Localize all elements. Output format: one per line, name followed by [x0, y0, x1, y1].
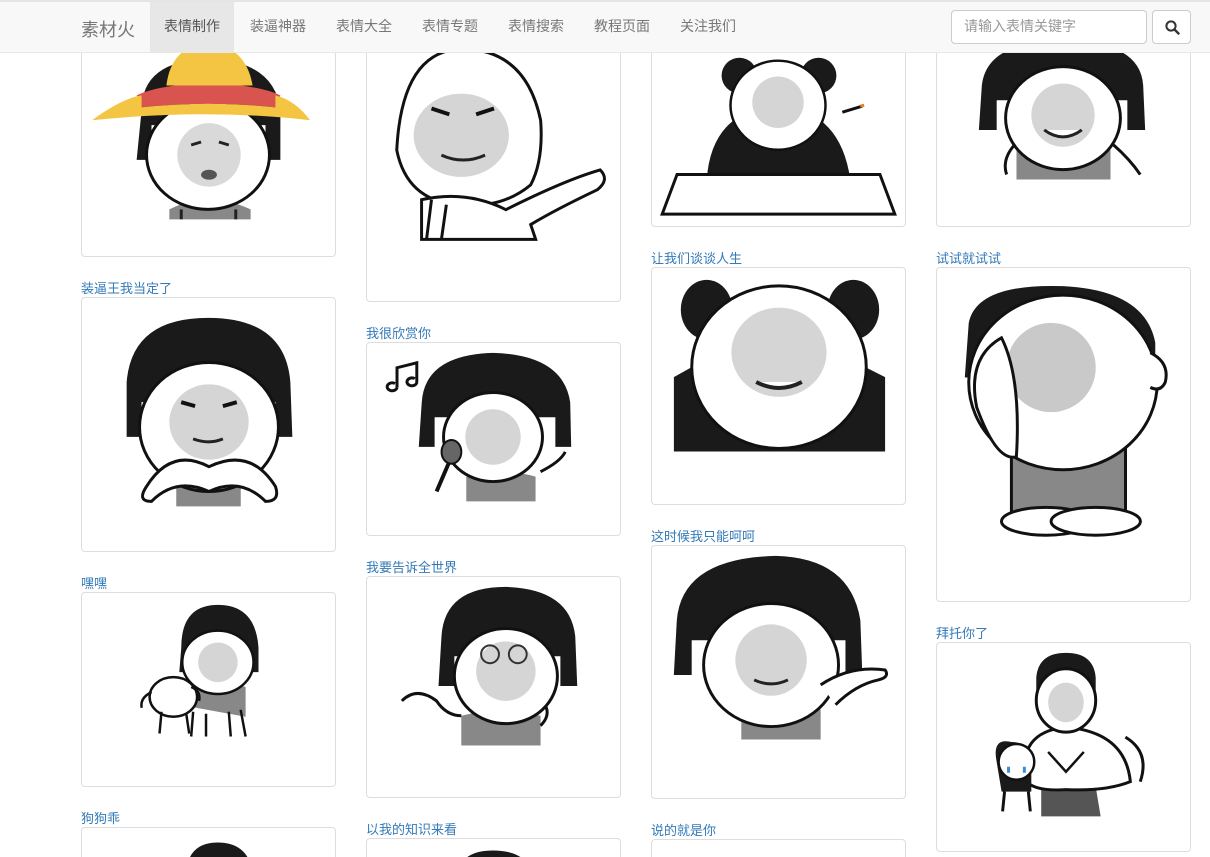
meme-caption[interactable]: 以我的知识来看 [366, 819, 457, 838]
meme-image [92, 42, 311, 220]
meme-image [673, 279, 886, 452]
site-brand[interactable]: 素材火 [81, 16, 135, 42]
meme-caption[interactable]: 我要告诉全世界 [366, 557, 457, 576]
meme-card-straw-hat[interactable] [81, 30, 336, 257]
meme-card-laughing[interactable] [936, 30, 1191, 227]
nav-item-emoji-maker[interactable]: 表情制作 [150, 2, 234, 52]
meme-card-please[interactable] [936, 642, 1191, 852]
meme-card-tell-world[interactable] [366, 576, 621, 798]
meme-caption[interactable]: 说的就是你 [651, 820, 716, 839]
meme-card-good-dog[interactable] [81, 827, 336, 857]
meme-card-its-you[interactable] [651, 839, 906, 857]
meme-caption[interactable]: 试试就试试 [936, 248, 1001, 267]
meme-image [964, 285, 1168, 537]
meme-image [140, 604, 259, 737]
meme-image [467, 850, 521, 857]
nav-item-show-off-tool[interactable]: 装逼神器 [236, 2, 320, 52]
meme-caption[interactable]: 这时候我只能呵呵 [651, 526, 755, 545]
nav-item-follow-us[interactable]: 关注我们 [666, 2, 750, 52]
meme-card-pointing[interactable] [366, 30, 621, 302]
meme-card-hehe[interactable] [81, 592, 336, 787]
meme-image [385, 352, 572, 502]
meme-card-knowledge[interactable] [366, 838, 621, 857]
nav-item-emoji-topics[interactable]: 表情专题 [408, 2, 492, 52]
meme-card-hehe-dismissive[interactable] [651, 545, 906, 799]
meme-image [126, 317, 293, 507]
meme-image [978, 40, 1146, 180]
top-navbar: 素材火 表情制作 装逼神器 表情大全 表情专题 表情搜索 教程页面 关注我们 [0, 0, 1210, 53]
search-input[interactable] [951, 10, 1147, 44]
meme-image [400, 586, 578, 746]
meme-image [190, 842, 248, 857]
meme-caption[interactable]: 拜托你了 [936, 623, 988, 642]
meme-card-try-it[interactable] [936, 267, 1191, 602]
meme-card-talk-life[interactable] [651, 267, 906, 505]
meme-image [660, 57, 897, 216]
meme-card-singing[interactable] [366, 342, 621, 536]
meme-card-panda-smoking[interactable] [651, 30, 906, 227]
meme-caption[interactable]: 狗狗乖 [81, 808, 120, 827]
search-icon [1165, 20, 1180, 35]
nav-item-emoji-search[interactable]: 表情搜索 [494, 2, 578, 52]
meme-card-show-off-king[interactable] [81, 297, 336, 552]
meme-image [652, 840, 905, 857]
meme-caption[interactable]: 让我们谈谈人生 [651, 248, 742, 267]
meme-image [995, 652, 1145, 817]
meme-image [673, 555, 889, 740]
search-button[interactable] [1152, 10, 1191, 44]
meme-caption[interactable]: 嘿嘿 [81, 573, 107, 592]
meme-caption[interactable]: 装逼王我当定了 [81, 278, 172, 297]
meme-caption[interactable]: 我很欣赏你 [366, 323, 431, 342]
nav-item-tutorials[interactable]: 教程页面 [580, 2, 664, 52]
meme-image [395, 47, 606, 241]
nav-item-emoji-collection[interactable]: 表情大全 [322, 2, 406, 52]
